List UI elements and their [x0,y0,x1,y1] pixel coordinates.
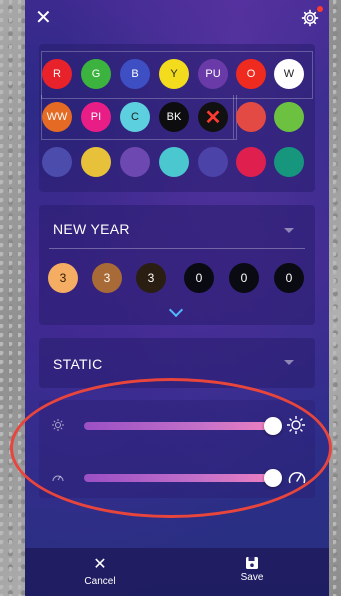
custom-color-swatch-row3-5[interactable] [236,147,266,177]
custom-color-swatch-row3-4[interactable] [198,147,228,177]
custom-color-swatch-row3-1[interactable] [81,147,111,177]
scene-color-count[interactable]: 3 [92,263,122,293]
color-swatch-ww[interactable]: WW [42,102,72,132]
scene-color-count[interactable]: 0 [229,263,259,293]
custom-color-swatch-row3-2[interactable] [120,147,150,177]
color-swatch-bk[interactable]: BK [159,102,189,132]
color-swatch-o[interactable]: O [236,59,266,89]
cancel-label: Cancel [84,576,116,587]
save-label: Save [240,572,264,583]
color-swatch-y[interactable]: Y [159,59,189,89]
custom-color-swatch-row3-6[interactable] [274,147,304,177]
save-icon [246,557,258,569]
divider [49,248,305,249]
color-palette: R G B Y PU O W WW PI C BK ✕ [39,44,315,192]
gear-icon[interactable] [301,9,319,27]
custom-color-swatch-row2-5[interactable] [236,102,266,132]
color-swatch-pi[interactable]: PI [81,102,111,132]
chevron-down-icon[interactable] [284,360,294,365]
color-swatch-pu[interactable]: PU [198,59,228,89]
mode-dropdown[interactable]: STATIC [53,356,103,372]
close-icon: ✕ [93,556,107,573]
color-swatch-b[interactable]: B [120,59,150,89]
notification-dot [317,6,323,12]
cancel-button[interactable]: ✕ Cancel [60,556,140,587]
custom-color-swatch-row3-3[interactable] [159,147,189,177]
custom-color-swatch-row2-6[interactable] [274,102,304,132]
scene-color-count[interactable]: 3 [48,263,78,293]
chevron-down-icon[interactable] [284,228,294,233]
color-swatch-g[interactable]: G [81,59,111,89]
custom-color-swatch-row3-0[interactable] [42,147,72,177]
color-swatch-c[interactable]: C [120,102,150,132]
scene-color-count[interactable]: 0 [274,263,304,293]
top-bar: ✕ [25,0,329,40]
highlight-ellipse [10,378,332,518]
close-icon[interactable]: ✕ [35,8,52,28]
color-swatch-none[interactable]: ✕ [198,102,228,132]
color-swatch-w[interactable]: W [274,59,304,89]
bottom-bar: ✕ Cancel Save [25,548,329,596]
scene-color-count[interactable]: 0 [184,263,214,293]
save-button[interactable]: Save [212,556,292,583]
color-swatch-r[interactable]: R [42,59,72,89]
scene-dropdown[interactable]: NEW YEAR [53,221,130,237]
expand-chevron-icon[interactable] [168,302,184,318]
scene-card: NEW YEAR 333000 [39,205,315,325]
scene-color-count[interactable]: 3 [136,263,166,293]
